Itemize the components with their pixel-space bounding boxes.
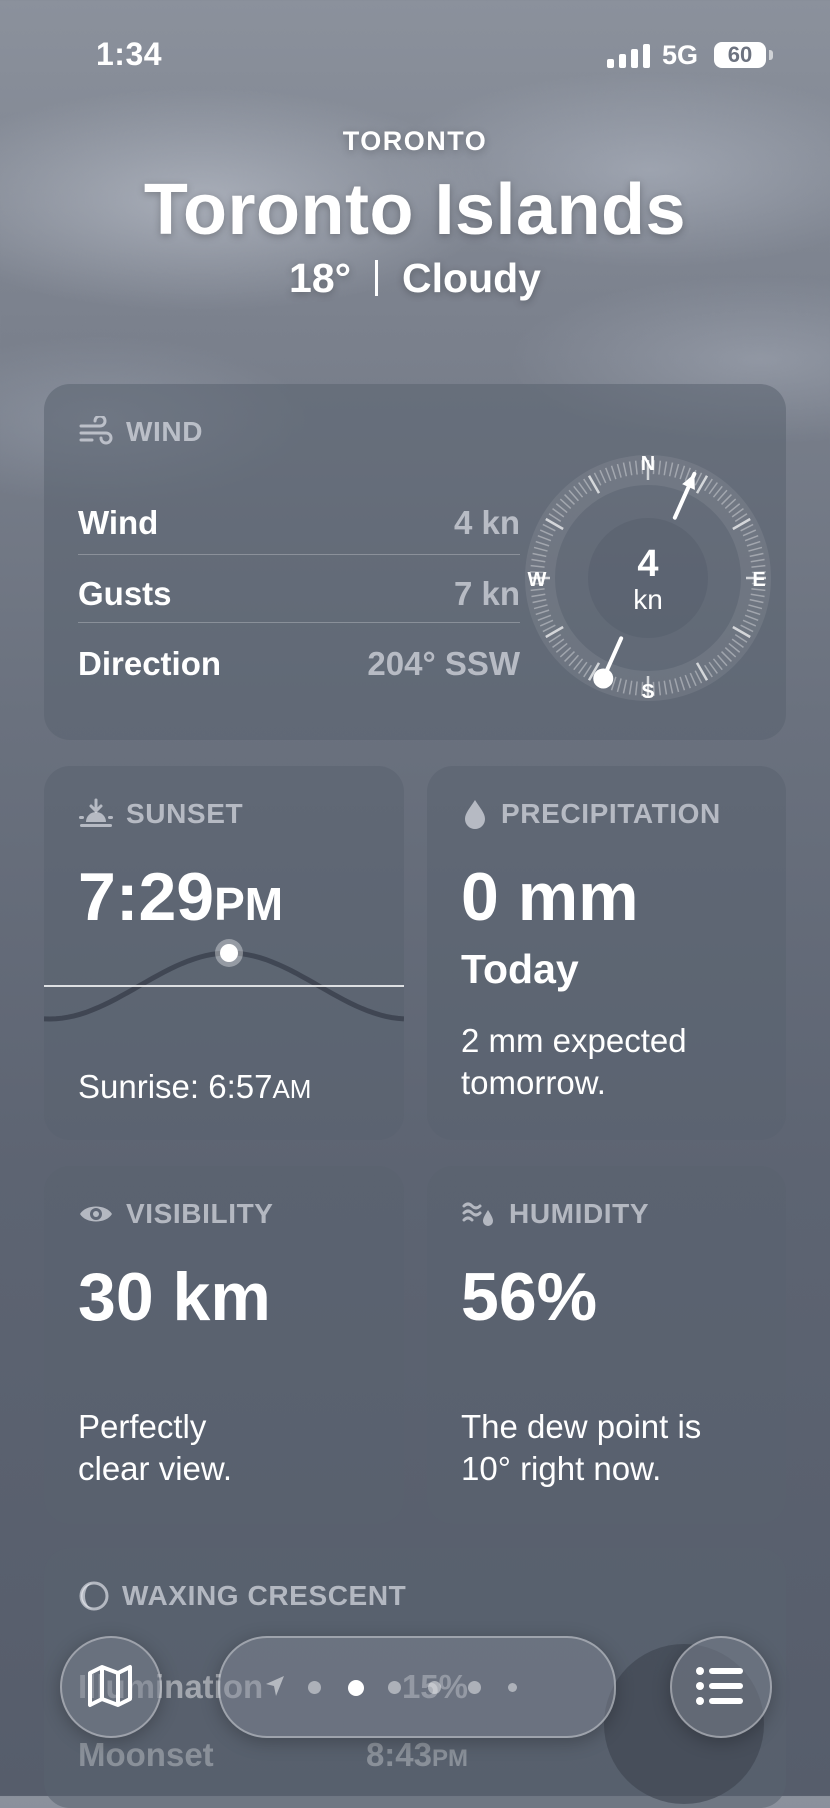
direction-value: 204° SSW xyxy=(367,645,520,682)
precipitation-period: Today xyxy=(461,946,579,992)
page-dot[interactable] xyxy=(348,1680,364,1696)
map-button[interactable] xyxy=(60,1636,162,1738)
precipitation-amount: 0 mm xyxy=(461,859,639,935)
visibility-title-text: VISIBILITY xyxy=(126,1198,274,1229)
page-dot[interactable] xyxy=(388,1681,401,1694)
wind-row-speed: Wind 4 kn xyxy=(78,486,520,560)
status-bar: 1:34 5G 60 xyxy=(0,0,830,110)
sunset-card-title: SUNSET xyxy=(78,798,243,830)
cellular-signal-icon xyxy=(607,44,651,68)
summary-divider xyxy=(375,260,379,296)
battery-icon: 60 xyxy=(714,42,766,68)
sunrise-text: Sunrise: 6:57AM xyxy=(78,1066,311,1110)
precipitation-card[interactable]: PRECIPITATION 0 mm Today 2 mm expected t… xyxy=(427,766,786,1140)
wind-compass: N E S W 4 kn xyxy=(525,453,771,703)
moonset-value: 8:43PM xyxy=(366,1736,468,1774)
precipitation-card-title: PRECIPITATION xyxy=(461,798,721,830)
gusts-label: Gusts xyxy=(78,575,172,612)
compass-east-label: E xyxy=(752,569,765,591)
visibility-note: Perfectly clear view. xyxy=(78,1406,232,1490)
page-dot[interactable] xyxy=(508,1683,517,1692)
status-time: 1:34 xyxy=(96,36,163,72)
sun-path-graph xyxy=(44,939,404,1022)
wind-title-text: WIND xyxy=(126,416,204,447)
sunset-time-value: 7:29 xyxy=(78,859,215,935)
compass-unit: kn xyxy=(633,584,663,615)
moon-phase-icon xyxy=(78,1580,110,1612)
compass-west-label: W xyxy=(528,569,547,591)
humidity-note: The dew point is 10° right now. xyxy=(461,1406,701,1490)
network-type: 5G xyxy=(662,40,699,70)
moonset-time: 8:43 xyxy=(365,1736,432,1773)
visibility-value: 30 km xyxy=(78,1259,271,1335)
list-icon xyxy=(696,1667,743,1705)
page-dot[interactable] xyxy=(308,1681,321,1694)
sunset-ampm: PM xyxy=(214,878,284,930)
city-name: TORONTO xyxy=(342,126,488,156)
sunset-icon xyxy=(78,798,114,830)
compass-south-label: S xyxy=(641,681,654,703)
sunset-card[interactable]: SUNSET 7:29PM Sunrise: 6:57AM xyxy=(44,766,404,1140)
precipitation-title-text: PRECIPITATION xyxy=(501,798,721,829)
current-location-icon xyxy=(266,1676,284,1696)
page-dot[interactable] xyxy=(428,1681,441,1694)
humidity-title-text: HUMIDITY xyxy=(509,1198,650,1229)
map-icon xyxy=(88,1665,132,1707)
location-list-button[interactable] xyxy=(670,1636,772,1738)
divider xyxy=(78,622,520,623)
precipitation-note-line1: 2 mm expected xyxy=(461,1022,687,1059)
sunrise-ampm: AM xyxy=(272,1074,312,1104)
humidity-card[interactable]: HUMIDITY 56% The dew point is 10° right … xyxy=(427,1166,786,1524)
visibility-note-line2: clear view. xyxy=(78,1450,233,1487)
wind-card-title: WIND xyxy=(78,414,204,448)
current-temperature: 18° xyxy=(289,255,352,301)
precipitation-note: 2 mm expected tomorrow. xyxy=(461,1020,687,1104)
page-dot[interactable] xyxy=(468,1681,481,1694)
needle-tail-dot xyxy=(593,668,614,689)
compass-speed: 4 xyxy=(637,543,658,585)
moon-card-title: WAXING CRESCENT xyxy=(78,1580,406,1612)
location-name: Toronto Islands xyxy=(143,170,687,250)
wind-row-direction: Direction 204° SSW xyxy=(78,627,520,701)
location-header: TORONTO Toronto Islands 18° Cloudy xyxy=(0,126,830,302)
wind-card[interactable]: WIND Wind 4 kn Gusts 7 kn Direction 204°… xyxy=(44,384,786,740)
wind-icon xyxy=(78,414,114,448)
raindrop-icon xyxy=(461,798,489,830)
wind-label: Wind xyxy=(78,504,159,541)
wind-row-gusts: Gusts 7 kn xyxy=(78,557,520,631)
visibility-card[interactable]: VISIBILITY 30 km Perfectly clear view. xyxy=(44,1166,404,1524)
humidity-card-title: HUMIDITY xyxy=(461,1198,649,1230)
precipitation-note-line2: tomorrow. xyxy=(461,1064,606,1101)
sunset-time: 7:29PM xyxy=(78,858,283,936)
eye-icon xyxy=(78,1198,114,1230)
divider xyxy=(78,554,520,555)
current-condition: Cloudy xyxy=(402,255,541,301)
sunset-title-text: SUNSET xyxy=(126,798,244,829)
humidity-value: 56% xyxy=(461,1259,598,1335)
sunrise-label: Sunrise: 6:57 xyxy=(78,1068,273,1105)
battery-cap xyxy=(769,50,773,60)
compass-north-label: N xyxy=(641,453,655,475)
moon-title-text: WAXING CRESCENT xyxy=(122,1580,407,1611)
moonset-ampm: PM xyxy=(432,1745,468,1772)
location-pager[interactable] xyxy=(218,1636,616,1738)
humidity-note-line2: 10° right now. xyxy=(461,1450,662,1487)
direction-label: Direction xyxy=(78,645,222,682)
visibility-card-title: VISIBILITY xyxy=(78,1198,274,1230)
visibility-note-line1: Perfectly xyxy=(78,1408,207,1445)
sun-marker xyxy=(220,944,238,962)
humidity-note-line1: The dew point is xyxy=(461,1408,702,1445)
humidity-icon xyxy=(461,1198,497,1230)
weather-summary: 18° Cloudy xyxy=(0,255,830,302)
moonset-label: Moonset xyxy=(78,1736,214,1773)
